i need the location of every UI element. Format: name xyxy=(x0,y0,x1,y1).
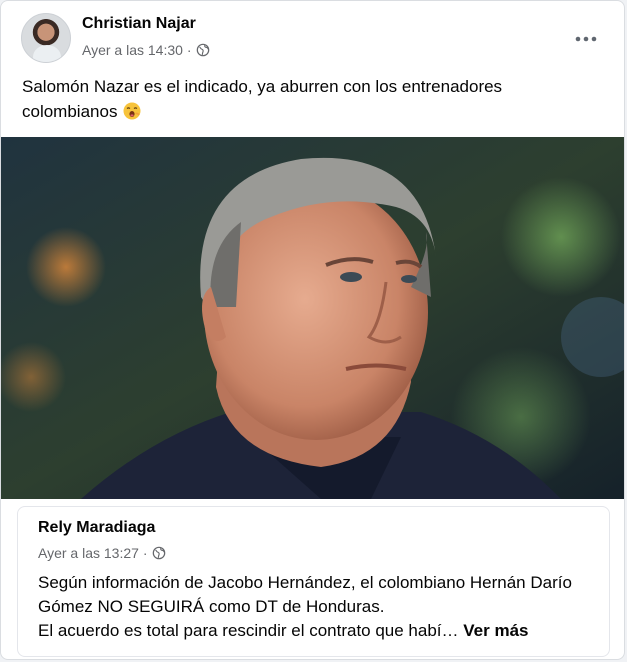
post-text-content: Salomón Nazar es el indicado, ya aburren… xyxy=(22,77,503,121)
shared-post-text: Según información de Jacobo Hernández, e… xyxy=(38,571,598,643)
post-photo[interactable] xyxy=(1,137,624,499)
author-name[interactable]: Christian Najar xyxy=(82,15,196,33)
coach-portrait-image xyxy=(1,137,624,499)
facebook-post: Christian Najar Ayer a las 14:30 · Salom… xyxy=(0,0,625,660)
author-avatar[interactable] xyxy=(21,13,71,63)
globe-icon xyxy=(152,546,165,560)
meta-separator: · xyxy=(186,42,192,58)
shared-text-line2: El acuerdo es total para rescindir el co… xyxy=(38,619,598,643)
post-timestamp[interactable]: Ayer a las 14:30 xyxy=(82,42,183,58)
yawning-face-emoji xyxy=(123,102,141,120)
see-more-link[interactable]: Ver más xyxy=(463,621,528,640)
shared-text-line1: Según información de Jacobo Hernández, e… xyxy=(38,573,572,616)
post-text: Salomón Nazar es el indicado, ya aburren… xyxy=(22,74,582,124)
more-options-button[interactable] xyxy=(568,21,604,57)
more-icon xyxy=(575,36,597,42)
shared-post-meta: Ayer a las 13:27 · xyxy=(38,545,166,561)
shared-author-name[interactable]: Rely Maradiaga xyxy=(38,519,155,537)
shared-post-timestamp[interactable]: Ayer a las 13:27 xyxy=(38,545,139,561)
globe-icon xyxy=(196,43,209,57)
meta-separator: · xyxy=(142,545,148,561)
post-meta: Ayer a las 14:30 · xyxy=(82,42,210,58)
post-header: Christian Najar Ayer a las 14:30 · xyxy=(1,1,624,67)
shared-post[interactable]: Rely Maradiaga Ayer a las 13:27 · Según … xyxy=(17,506,610,657)
shared-text-truncated: El acuerdo es total para rescindir el co… xyxy=(38,621,459,640)
